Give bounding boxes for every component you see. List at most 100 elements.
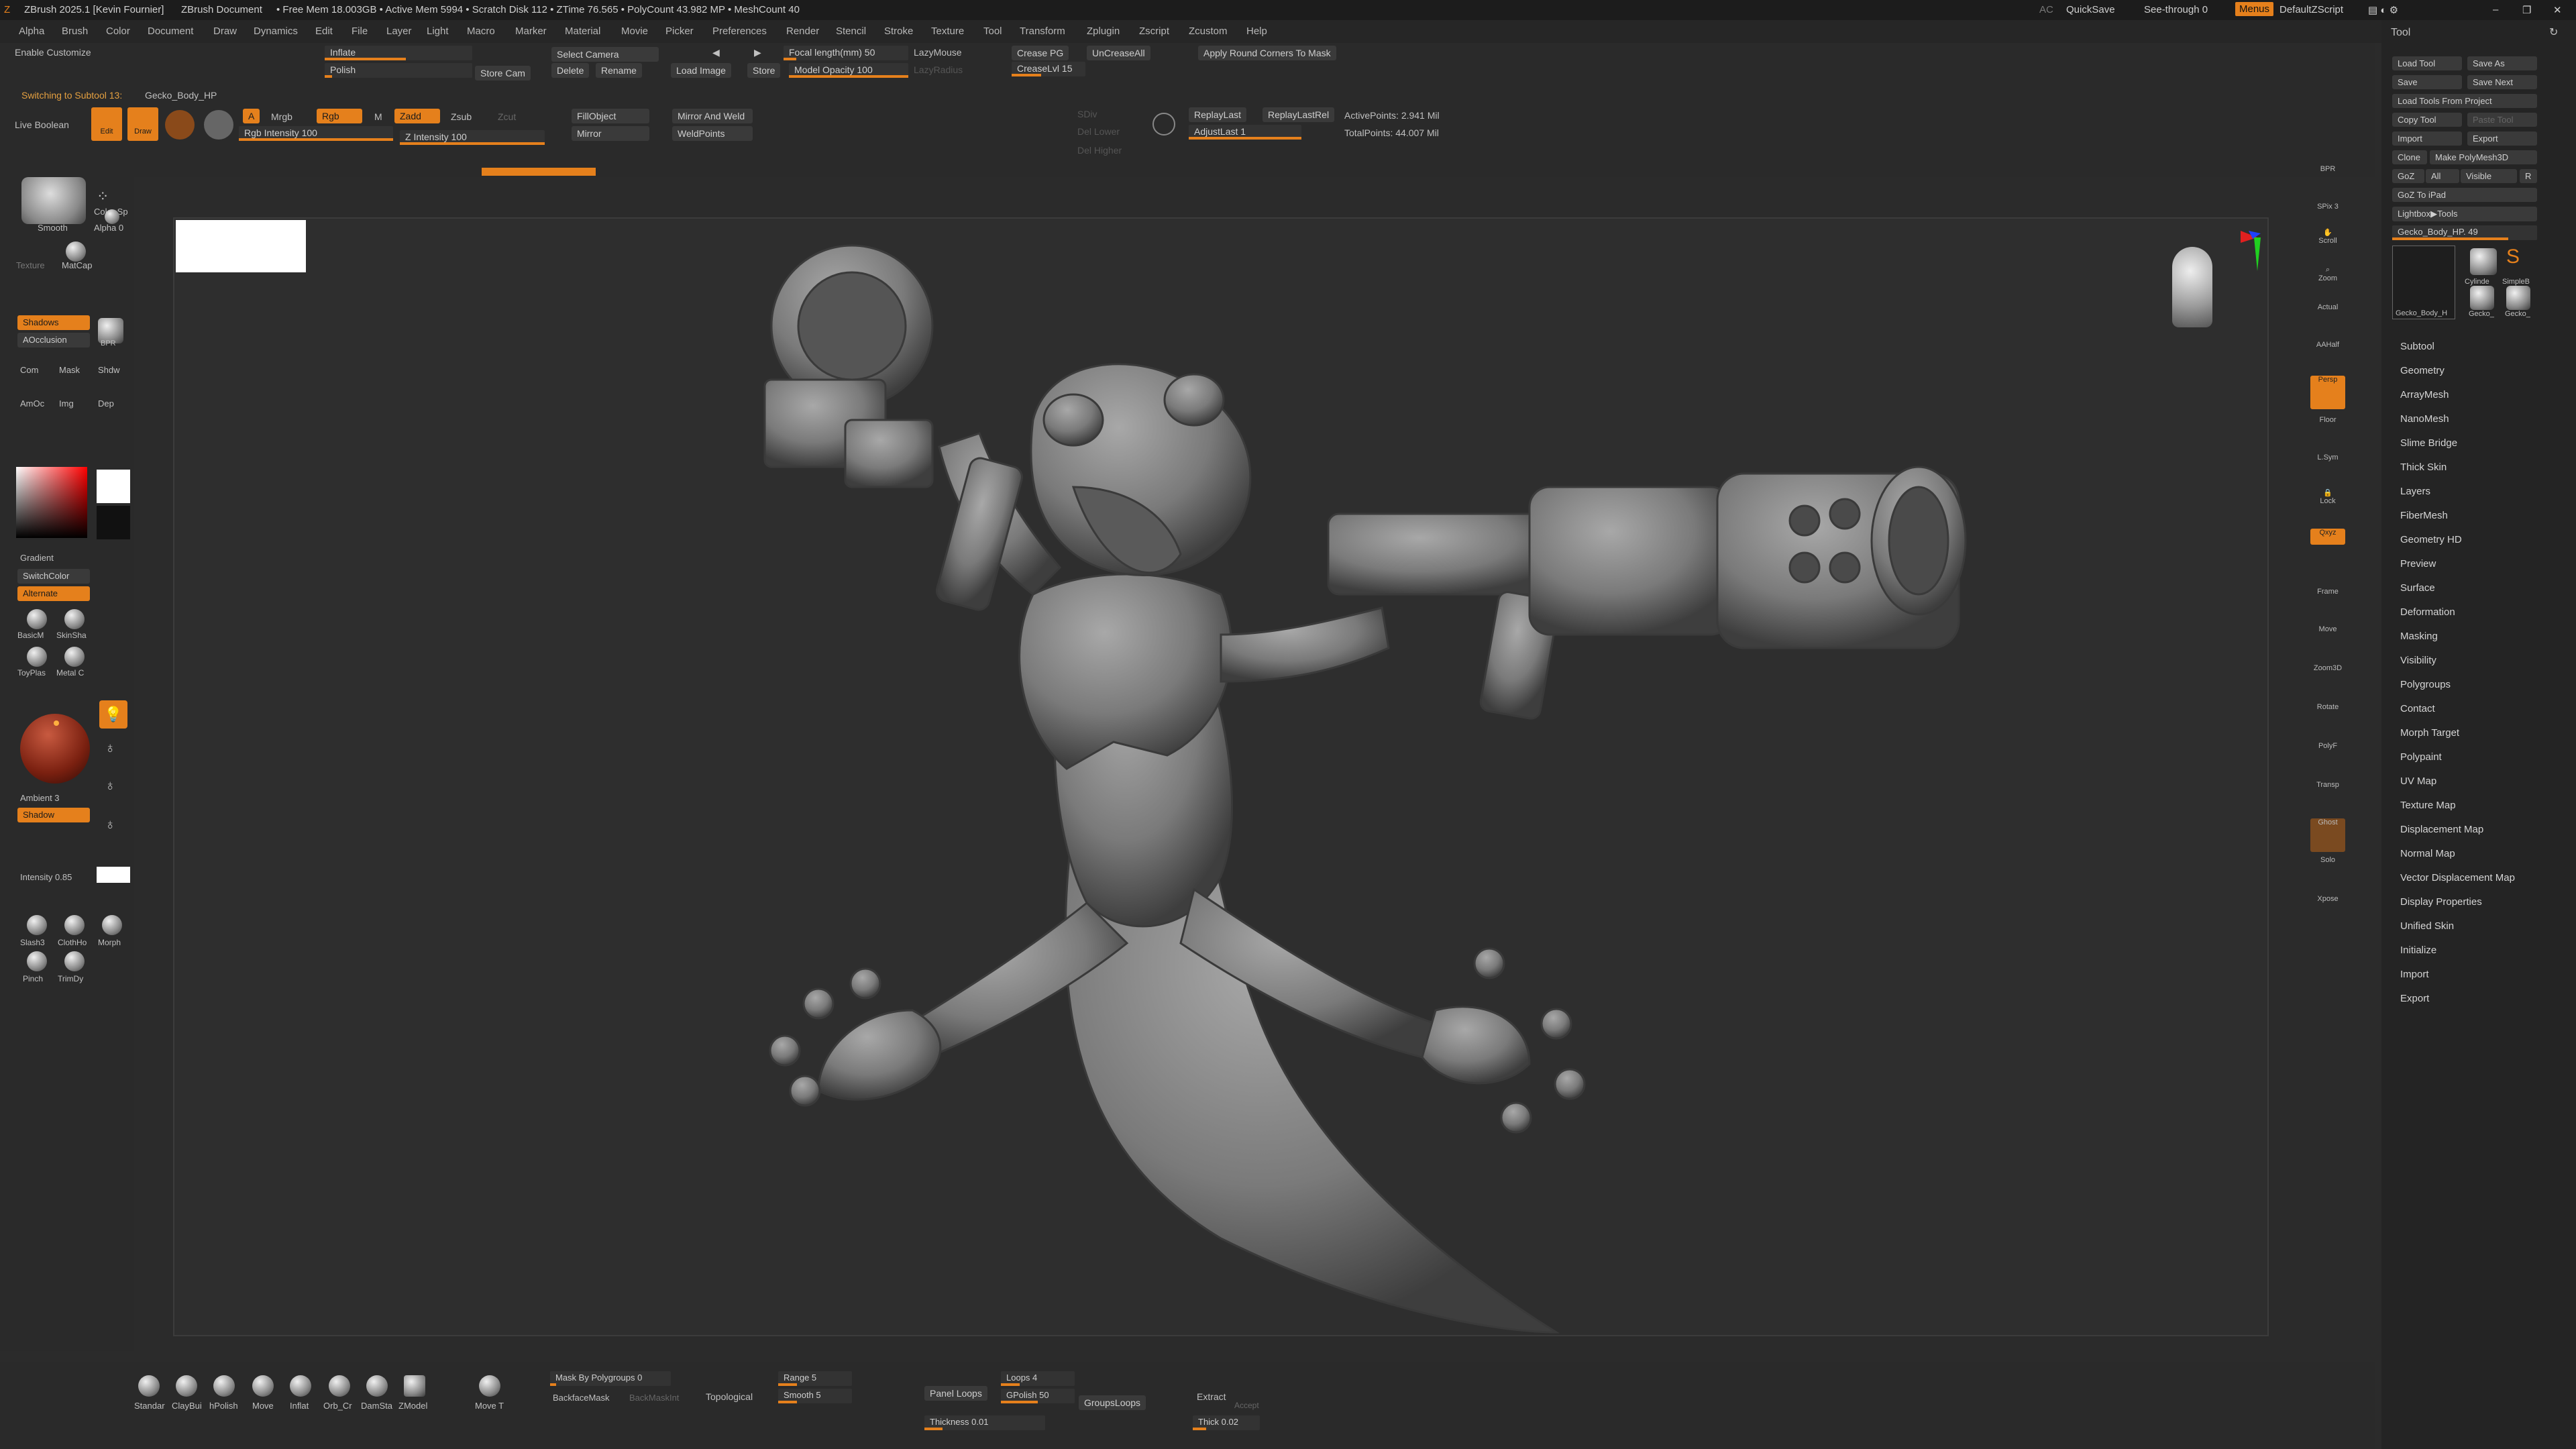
load-image-button[interactable]: Load Image [671,63,731,78]
lazyradius-slider[interactable]: LazyRadius [914,64,963,75]
light-position-marker[interactable] [54,720,59,726]
tool-nanomesh[interactable]: NanoMesh [2400,413,2449,425]
model-opacity-slider[interactable]: Model Opacity 100 [789,63,908,78]
gradient-button[interactable]: Gradient [20,553,54,563]
live-boolean-button[interactable]: Live Boolean [15,119,69,130]
copy-tool-button[interactable]: Copy Tool [2392,113,2462,127]
tool-arraymesh[interactable]: ArrayMesh [2400,389,2449,400]
menu-zscript[interactable]: Zscript [1139,25,1169,37]
backface-mask-button[interactable]: BackfaceMask [553,1393,610,1403]
xpose-button[interactable]: Xpose [2310,895,2345,928]
transp-button[interactable]: Transp [2310,781,2345,814]
store-button[interactable]: Store [747,63,781,78]
tool-initialize[interactable]: Initialize [2400,945,2436,956]
lazymouse-button[interactable]: LazyMouse [914,47,962,58]
zoom3d-button[interactable]: Zoom3D [2310,664,2345,698]
damstandard-brush-thumb[interactable] [366,1375,388,1397]
skinshade-material-thumb[interactable] [64,609,85,629]
orb-cracks-brush-thumb[interactable] [329,1375,350,1397]
edit-button[interactable]: Edit [91,107,122,141]
range-slider[interactable]: Range 5 [778,1371,852,1386]
basic-material-thumb[interactable] [27,609,47,629]
menu-material[interactable]: Material [565,25,600,37]
draw-button[interactable]: Draw [127,107,158,141]
menu-picker[interactable]: Picker [665,25,694,37]
backmask-int-slider[interactable]: BackMaskInt [629,1393,679,1403]
close-icon[interactable]: ✕ [2553,4,2562,16]
switchcolor-button[interactable]: SwitchColor [17,569,90,584]
apply-round-corners-button[interactable]: Apply Round Corners To Mask [1198,46,1336,60]
goz-all-button[interactable]: All [2426,169,2459,183]
brush-smooth-thumbnail[interactable] [21,177,86,224]
ambient-slider[interactable]: Ambient 3 [20,793,60,803]
menu-stroke[interactable]: Stroke [884,25,913,37]
zmodeler-brush-thumb[interactable] [404,1375,425,1397]
polish-slider[interactable]: Polish [325,63,472,78]
mirror-button[interactable]: Mirror [572,126,649,141]
rotate-mode-icon[interactable] [204,110,233,140]
focal-length-slider[interactable]: Focal length(mm) 50 [784,46,908,60]
secondary-color-swatch[interactable] [97,506,130,539]
menu-zcustom[interactable]: Zcustom [1189,25,1228,37]
dep-button[interactable]: Dep [98,398,114,409]
next-camera-icon[interactable]: ▶ [754,47,761,58]
tool-display-properties[interactable]: Display Properties [2400,896,2482,908]
menu-brush[interactable]: Brush [62,25,88,37]
menu-alpha[interactable]: Alpha [19,25,44,37]
tool-morph-target[interactable]: Morph Target [2400,727,2459,739]
move-topological-brush-thumb[interactable] [479,1375,500,1397]
shdw-button[interactable]: Shdw [98,365,120,375]
quicksave-button[interactable]: QuickSave [2066,4,2115,15]
zadd-button[interactable]: Zadd [394,109,440,123]
tool-thumb-cylinder[interactable] [2470,248,2497,275]
m-button[interactable]: M [374,111,382,122]
trimdynamic-brush-thumb[interactable] [64,951,85,971]
toyplastic-material-thumb[interactable] [27,647,47,667]
store-cam-button[interactable]: Store Cam [475,66,531,80]
menu-dynamics[interactable]: Dynamics [254,25,298,37]
menus-button[interactable]: Menus [2235,2,2274,16]
mrgb-button[interactable]: Mrgb [271,111,292,122]
export-button[interactable]: Export [2467,131,2537,146]
claybuildup-brush-thumb[interactable] [176,1375,197,1397]
goz-button[interactable]: GoZ [2392,169,2424,183]
ac-label[interactable]: AC [2039,4,2053,15]
crease-level-slider[interactable]: CreaseLvl 15 [1012,62,1085,76]
canvas-viewport[interactable] [173,217,2269,1336]
light-bulb-icon[interactable]: 💡 [99,700,127,729]
zoom-button[interactable]: ⌕ Zoom [2310,266,2345,299]
save-button[interactable]: Save [2392,75,2462,89]
adjust-last-slider[interactable]: AdjustLast 1 [1189,125,1301,140]
bpr-shelf-button[interactable]: BPR [2310,165,2345,199]
z-intensity-slider[interactable]: Z Intensity 100 [400,130,545,145]
load-tool-button[interactable]: Load Tool [2392,56,2462,70]
minimize-icon[interactable]: – [2493,4,2498,15]
rotate-button[interactable]: Rotate [2310,703,2345,737]
inflat-brush-thumb[interactable] [290,1375,311,1397]
light-bulb-3-icon[interactable]: ♁ [105,777,116,794]
fillobject-button[interactable]: FillObject [572,109,649,123]
enable-customize-button[interactable]: Enable Customize [15,47,91,58]
menu-render[interactable]: Render [786,25,819,37]
menu-stencil[interactable]: Stencil [836,25,866,37]
menu-tool[interactable]: Tool [983,25,1002,37]
scroll-button[interactable]: ✋ Scroll [2310,228,2345,262]
frame-button[interactable]: Frame [2310,588,2345,621]
qxyz-button[interactable]: Qxyz [2310,529,2345,545]
extract-button[interactable]: Extract [1197,1391,1226,1402]
amoc-button[interactable]: AmOc [20,398,44,409]
tool-deformation[interactable]: Deformation [2400,606,2455,618]
light-bulb-2-icon[interactable]: ♁ [105,739,116,757]
crease-pg-button[interactable]: Crease PG [1012,46,1069,60]
light-bulb-4-icon[interactable]: ♁ [105,816,116,833]
replay-last-rel-button[interactable]: ReplayLastRel [1263,107,1335,122]
tool-polypaint[interactable]: Polypaint [2400,751,2442,763]
tool-normal-map[interactable]: Normal Map [2400,848,2455,859]
hpolish-brush-thumb[interactable] [213,1375,235,1397]
current-tool-slider[interactable]: Gecko_Body_HP. 49 [2392,225,2537,240]
a-toggle[interactable]: A [243,109,260,123]
zcut-button[interactable]: Zcut [498,111,516,122]
menu-movie[interactable]: Movie [621,25,648,37]
intensity-slider[interactable]: Intensity 0.85 [20,872,72,882]
menu-preferences[interactable]: Preferences [712,25,767,37]
